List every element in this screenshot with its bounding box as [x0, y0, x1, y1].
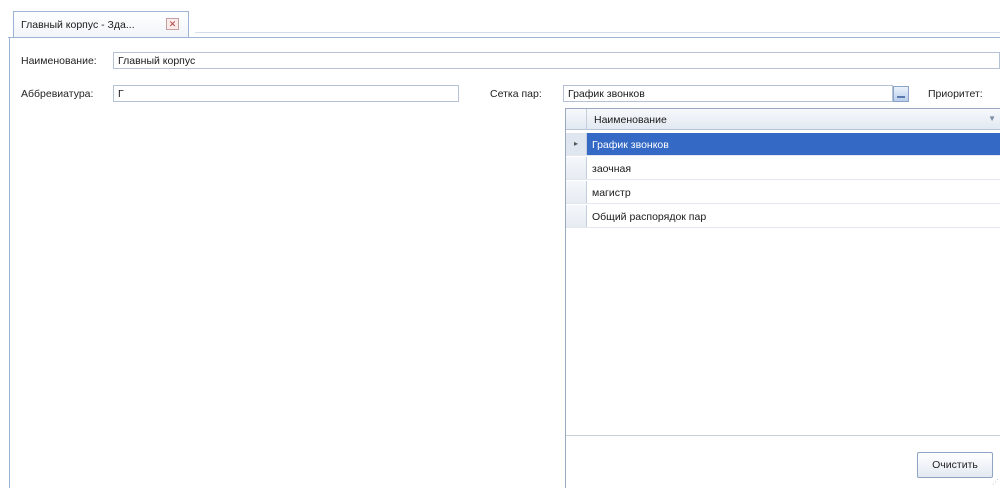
tab-title: Главный корпус - Зда...	[21, 19, 135, 31]
close-icon[interactable]: ✕	[166, 18, 179, 30]
list-item-label: магистр	[592, 187, 631, 199]
list-item[interactable]: заочная	[566, 157, 1000, 180]
dropdown-trigger-icon[interactable]	[893, 86, 909, 102]
row-pointer-icon: ▸	[566, 133, 587, 155]
tab-main-building[interactable]: Главный корпус - Зда... ✕	[13, 11, 189, 37]
tab-strip: Главный корпус - Зда... ✕	[0, 0, 1000, 38]
panel-border	[9, 37, 10, 488]
tab-strip-border	[8, 37, 1000, 38]
header-selector-cell	[566, 109, 587, 129]
list-item[interactable]: ▸ График звонков	[566, 133, 1000, 156]
grid-select[interactable]: График звонков	[563, 85, 893, 102]
column-header-name[interactable]: Наименование	[594, 114, 667, 126]
grid-dropdown-list: Наименование ▼ ▸ График звонков заочная …	[565, 108, 1000, 488]
row-selector-cell	[566, 181, 587, 203]
dropdown-footer-divider	[566, 435, 1000, 436]
tab-strip-divider	[195, 32, 1000, 33]
grid-label: Сетка пар:	[490, 88, 542, 100]
list-item-label: Общий распорядок пар	[592, 211, 707, 223]
list-item-label: График звонков	[592, 139, 669, 151]
clear-button[interactable]: Очистить	[917, 452, 993, 478]
sort-icon: ▼	[988, 114, 996, 123]
list-item[interactable]: Общий распорядок пар	[566, 205, 1000, 228]
name-field[interactable]: Главный корпус	[113, 52, 1000, 69]
list-item[interactable]: магистр	[566, 181, 1000, 204]
row-selector-cell	[566, 205, 587, 227]
name-label: Наименование:	[21, 55, 97, 67]
row-selector-cell	[566, 157, 587, 179]
priority-label: Приоритет:	[928, 88, 983, 100]
resize-grip-icon[interactable]: ⋰	[992, 479, 999, 486]
abbreviation-field[interactable]: Г	[113, 85, 459, 102]
list-item-label: заочная	[592, 163, 632, 175]
dropdown-header: Наименование ▼	[566, 109, 1000, 130]
abbreviation-label: Аббревиатура:	[21, 88, 94, 100]
